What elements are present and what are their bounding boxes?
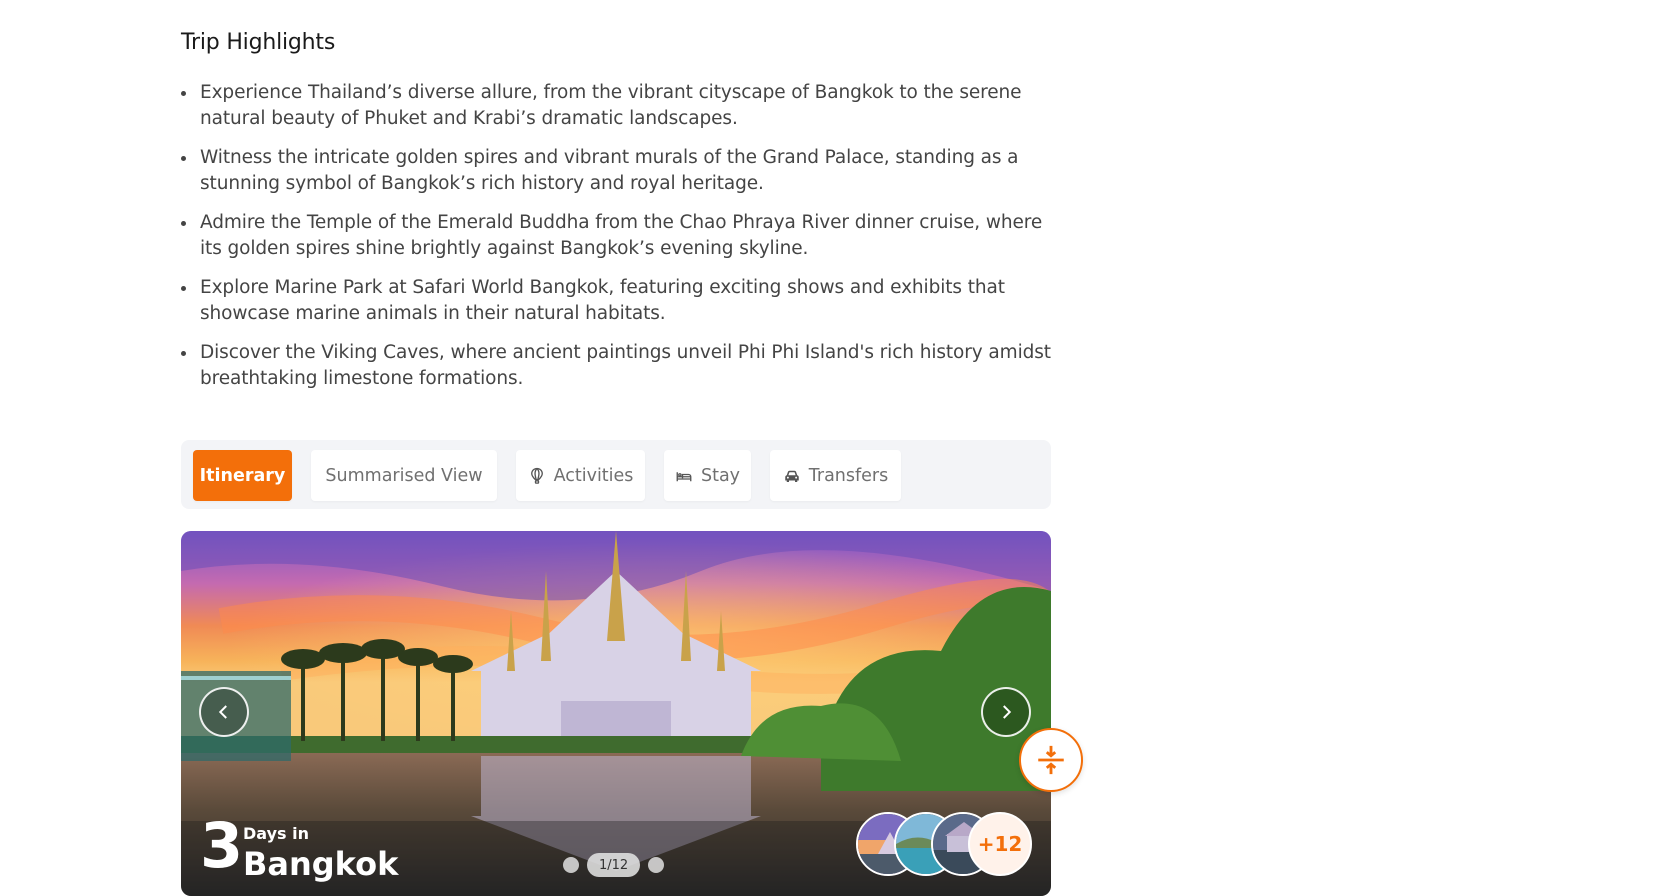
hot-air-balloon-icon (530, 467, 543, 484)
bullet (181, 286, 186, 291)
list-item-text: Explore Marine Park at Safari World Bang… (200, 277, 1005, 324)
list-item: Experience Thailand’s diverse allure, fr… (181, 80, 1051, 132)
list-item-text: Discover the Viking Caves, where ancient… (200, 342, 1051, 389)
slide-counter: 1/12 (587, 853, 641, 877)
tab-stay[interactable]: Stay (664, 450, 751, 501)
list-item-text: Experience Thailand’s diverse allure, fr… (200, 82, 1022, 129)
highlights-list: Experience Thailand’s diverse allure, fr… (181, 80, 1051, 405)
bullet (181, 91, 186, 96)
tab-label: Stay (700, 465, 741, 486)
photo-thumbnails: +12 (856, 812, 1034, 878)
pager-dot-prev[interactable] (563, 857, 579, 873)
list-item: Discover the Viking Caves, where ancient… (181, 340, 1051, 392)
list-item-text: Admire the Temple of the Emerald Buddha … (200, 212, 1043, 259)
chevron-right-icon (1003, 705, 1012, 719)
previous-slide-button[interactable] (199, 687, 249, 737)
tab-label: Summarised View (325, 465, 483, 486)
section-title: Trip Highlights (181, 30, 336, 55)
bed-icon (676, 471, 692, 481)
tab-activities[interactable]: Activities (516, 450, 645, 501)
tab-bar: Itinerary Summarised View Activities Sta… (181, 440, 1051, 509)
tab-summarised-view[interactable]: Summarised View (311, 450, 497, 501)
tab-label: Itinerary (199, 465, 286, 486)
list-item: Witness the intricate golden spires and … (181, 145, 1051, 197)
city-name: Bangkok (243, 845, 399, 883)
list-item: Admire the Temple of the Emerald Buddha … (181, 210, 1051, 262)
bullet (181, 156, 186, 161)
day-prefix: Days in (243, 824, 309, 843)
bullet (181, 221, 186, 226)
pager-dot-next[interactable] (648, 857, 665, 873)
list-item: Explore Marine Park at Safari World Bang… (181, 275, 1051, 327)
more-photos-button[interactable]: +12 (968, 812, 1032, 876)
collapse-icon (1038, 745, 1064, 775)
chevron-left-icon (218, 705, 227, 719)
next-slide-button[interactable] (981, 687, 1031, 737)
day-count: 3 (200, 809, 244, 882)
list-item-text: Witness the intricate golden spires and … (200, 147, 1019, 194)
collapse-button[interactable] (1019, 728, 1083, 792)
tab-transfers[interactable]: Transfers (770, 450, 901, 501)
car-icon (785, 470, 799, 482)
tab-label: Activities (553, 465, 634, 486)
tab-label: Transfers (808, 465, 889, 486)
slide-pager: 1/12 (563, 853, 665, 877)
tab-itinerary[interactable]: Itinerary (193, 450, 292, 501)
bullet (181, 351, 186, 356)
